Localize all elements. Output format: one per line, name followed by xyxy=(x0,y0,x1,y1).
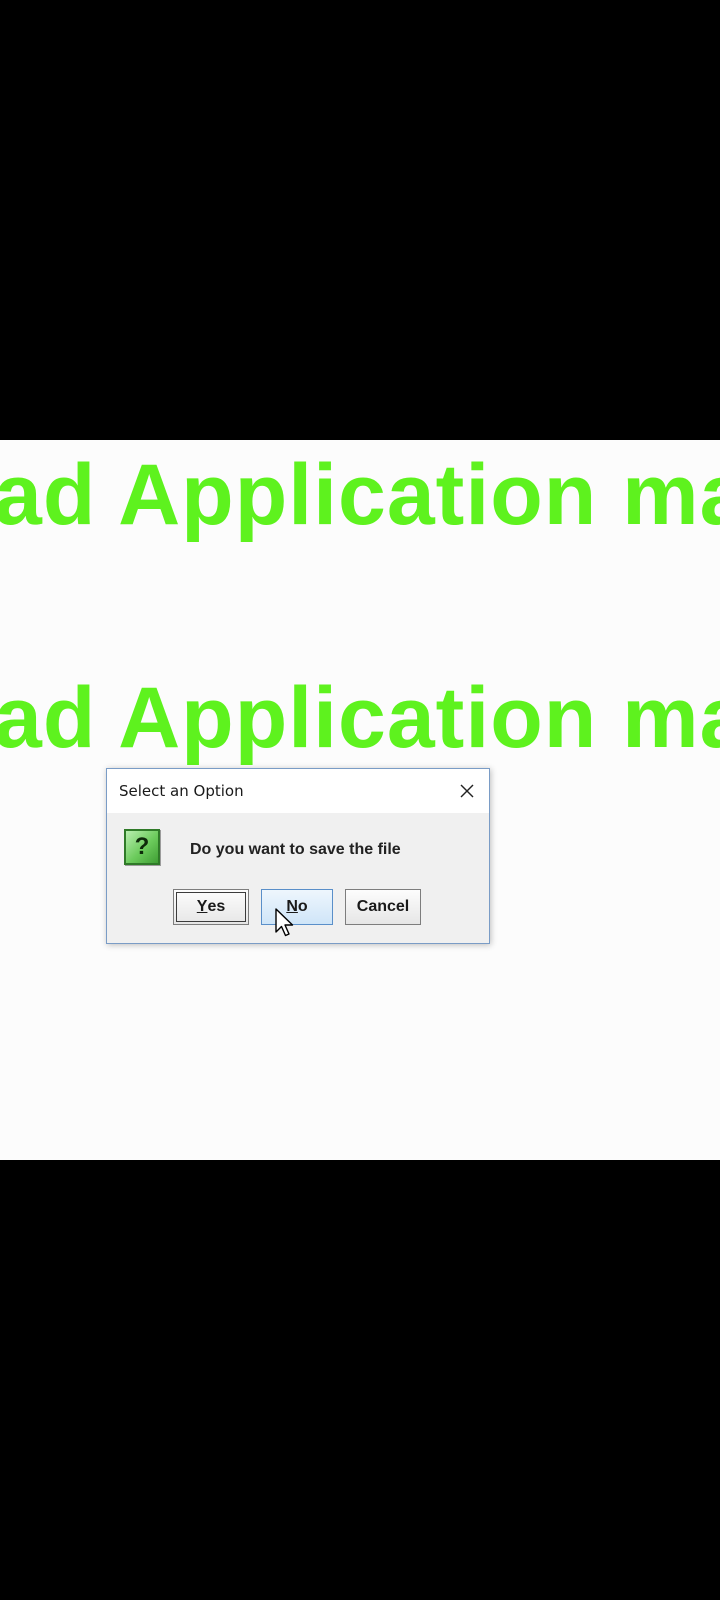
background-banner-text: ad Application ma xyxy=(0,670,720,766)
cancel-button[interactable]: Cancel xyxy=(345,889,421,925)
dialog-title: Select an Option xyxy=(119,782,244,800)
dialog-message: Do you want to save the file xyxy=(190,841,401,858)
question-glyph: ? xyxy=(134,833,150,860)
yes-button-label: es xyxy=(207,898,226,915)
no-button-mnemonic: N xyxy=(286,898,298,915)
close-button[interactable] xyxy=(453,777,481,805)
no-button[interactable]: No xyxy=(261,889,333,925)
background-banner-text: ad Application ma xyxy=(0,447,720,543)
question-icon: ? xyxy=(124,829,160,865)
cancel-button-label: Cancel xyxy=(356,898,410,915)
yes-button-mnemonic: Y xyxy=(196,898,208,915)
option-dialog: Select an Option ? Do you want to save t… xyxy=(106,768,490,944)
dialog-titlebar[interactable]: Select an Option xyxy=(107,769,489,813)
no-button-label: o xyxy=(297,898,308,915)
video-frame: ad Application ma ad Application ma Sele… xyxy=(0,440,720,1160)
yes-button[interactable]: Yes xyxy=(173,889,249,925)
screen: ad Application ma ad Application ma Sele… xyxy=(0,0,720,1600)
close-icon xyxy=(460,784,474,798)
